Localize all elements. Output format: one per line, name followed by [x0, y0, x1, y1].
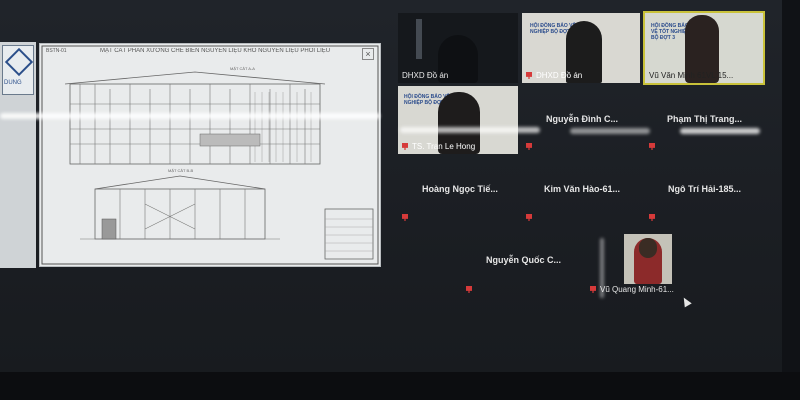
mic-muted-icon [466, 286, 472, 293]
window-bar [416, 19, 422, 59]
participant-name: TS. Tran Le Hong [402, 142, 475, 151]
mic-muted-icon [526, 214, 532, 221]
participant-name: Nguyễn Đình C... [546, 114, 618, 124]
university-logo: DUNG [2, 45, 34, 95]
video-tile[interactable]: HỘI ĐỒNG BẢO VỆ TỐT NGHIỆP BỘ ĐỢT 3 TS. … [398, 86, 518, 154]
participant-name: Hoàng Ngọc Tiế... [422, 184, 498, 194]
participant-name: DHXD Đồ án [402, 71, 449, 80]
close-icon[interactable]: × [362, 48, 374, 60]
screen: DUNG BSTN-01 MẶT CẮT PHÂN XƯỞNG CHẾ BIẾN… [0, 0, 782, 372]
shared-screen-drawing[interactable]: BSTN-01 MẶT CẮT PHÂN XƯỞNG CHẾ BIẾN NGUY… [40, 44, 380, 266]
mic-muted-icon [649, 214, 655, 221]
mic-muted-icon [402, 143, 408, 150]
video-tile[interactable]: DHXD Đồ án [398, 13, 518, 83]
participant-name: Kim Văn Hào-61... [544, 184, 621, 194]
video-tile[interactable] [624, 234, 672, 284]
logo-emblem-icon [4, 47, 34, 77]
section-label-b: MẶT CẮT B-B [168, 168, 194, 173]
participant-name: Vũ Văn Minh 61VL 15... [649, 71, 734, 80]
mic-muted-icon [649, 143, 655, 150]
screen-glare [570, 128, 650, 134]
drawing-code: BSTN-01 [46, 48, 67, 54]
participant-name: DHXD Đồ án [526, 71, 582, 80]
participant-name: Ngô Trí Hải-185... [668, 184, 742, 194]
video-tile[interactable]: HỘI ĐỒNG BẢO VỆ TỐT NGHIỆP BỘ ĐỢT 3 DHXD… [522, 13, 640, 83]
cad-drawing [41, 45, 379, 265]
mouse-pointer-icon [680, 295, 692, 308]
drawing-title: MẶT CẮT PHÂN XƯỞNG CHẾ BIẾN NGUYÊN LIỆU … [100, 48, 331, 54]
screen-glare [680, 128, 760, 134]
logo-text: DUNG [4, 80, 22, 86]
section-label-a: MẶT CẮT A-A [230, 66, 255, 71]
screen-glare [0, 113, 380, 119]
participant-name: Phạm Thị Trang... [667, 114, 743, 124]
participant-head [639, 238, 657, 258]
screen-glare [600, 238, 604, 298]
monitor-bezel-bottom [0, 372, 800, 400]
mic-muted-icon [590, 286, 596, 293]
monitor-bezel-right [782, 0, 800, 400]
screen-glare [400, 127, 540, 133]
mic-muted-icon [526, 143, 532, 150]
mic-muted-icon [402, 214, 408, 221]
video-tile-active-speaker[interactable]: HỘI ĐỒNG BẢO VỆ TỐT NGHIỆP BỘ ĐỢT 3 Vũ V… [645, 13, 763, 83]
mic-muted-icon [526, 72, 532, 79]
participant-name: Vũ Quang Minh-61... [600, 285, 674, 294]
participant-name: Nguyễn Quốc C... [486, 255, 562, 265]
